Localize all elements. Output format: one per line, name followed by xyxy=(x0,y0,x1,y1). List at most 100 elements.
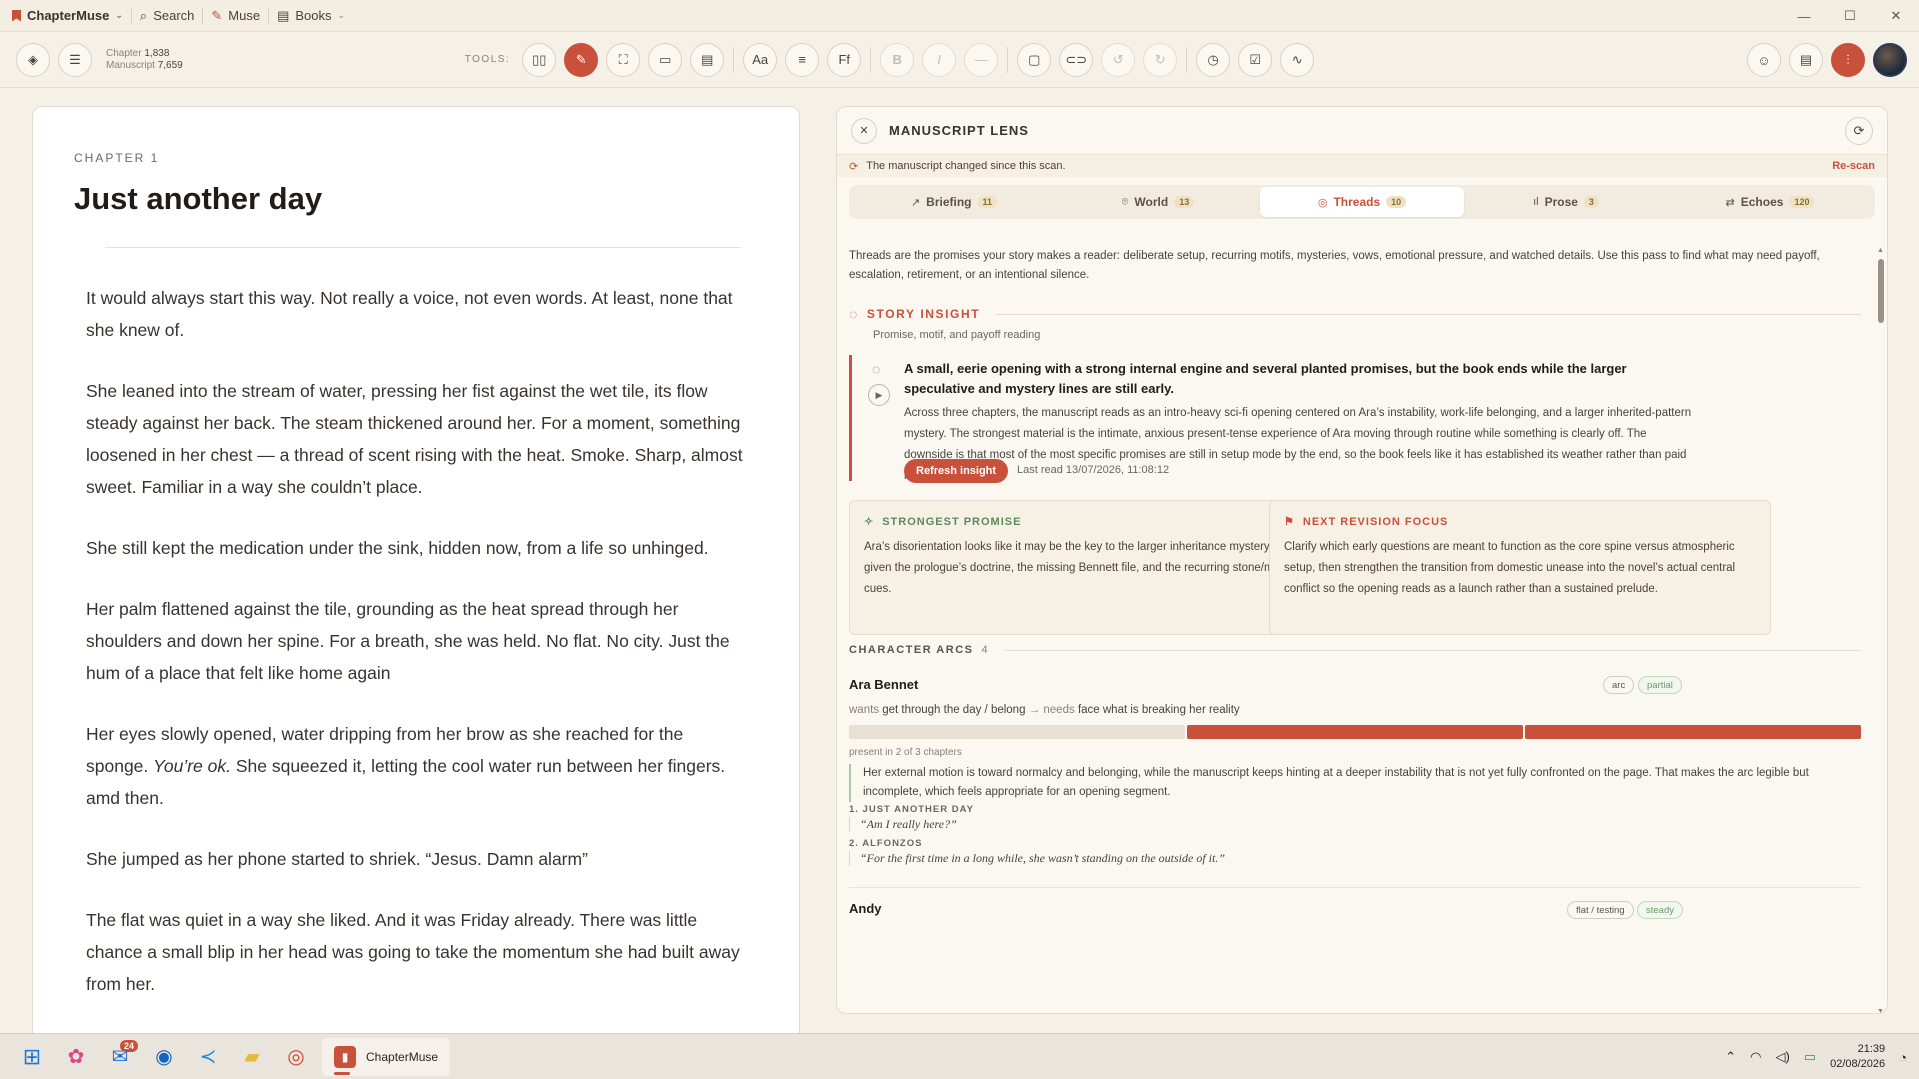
threads-intro: Threads are the promises your story make… xyxy=(849,250,1820,281)
paragraph[interactable]: The flat was quiet in a way she liked. A… xyxy=(86,904,750,1000)
folder-icon[interactable]: ▰ xyxy=(230,1034,274,1079)
scrollbar[interactable]: ▲ ▼ xyxy=(1877,247,1885,1013)
search-menu[interactable]: ⌕ Search xyxy=(132,0,202,32)
rescan-link[interactable]: Re-scan xyxy=(1832,160,1875,172)
flag-icon: ⚑ xyxy=(1284,516,1295,528)
chrome-icon[interactable]: ◎ xyxy=(274,1034,318,1079)
fullscreen-icon[interactable]: ⛶ xyxy=(606,42,641,77)
card-title: NEXT REVISION FOCUS xyxy=(1302,515,1449,528)
wifi-icon[interactable]: ◠ xyxy=(1750,1049,1761,1065)
battery-icon[interactable]: ▭ xyxy=(1804,1049,1816,1065)
paragraph[interactable]: Her palm flattened against the tile, gro… xyxy=(86,593,750,689)
activity-icon[interactable]: ∿ xyxy=(1280,42,1315,77)
arc-status-pill: partial xyxy=(1638,676,1682,694)
maximize-icon[interactable]: ☐ xyxy=(1827,0,1873,32)
paragraph[interactable]: She leaned into the stream of water, pre… xyxy=(86,375,750,503)
clock[interactable]: 21:39 02/08/2026 xyxy=(1830,1042,1885,1072)
scroll-up-icon[interactable]: ▲ xyxy=(1877,247,1884,254)
notes-icon[interactable]: ▤ xyxy=(1789,43,1823,77)
paragraph[interactable]: Her eyes slowly opened, water dripping f… xyxy=(86,718,750,814)
taskbar: ⊞ ✿ ✉ 24 ◉ ≺ ▰ ◎ ▮ ChapterMuse ⌃ ◠ ◁) ▭ 2… xyxy=(0,1033,1919,1079)
arc-type-pill: flat / testing xyxy=(1567,901,1634,919)
tab-threads[interactable]: ◎ Threads 10 xyxy=(1260,187,1464,217)
refresh-icon[interactable]: ⟳ xyxy=(1845,116,1873,145)
checklist-icon[interactable]: ☑ xyxy=(1238,42,1273,77)
tab-label: World xyxy=(1134,195,1169,209)
app-menu[interactable]: ChapterMuse ⌄ xyxy=(0,0,131,32)
link-icon[interactable]: ⊂⊃ xyxy=(1059,42,1094,77)
needs-value: face what is breaking her reality xyxy=(1077,704,1240,716)
write-mode-icon[interactable]: ✎ xyxy=(564,42,599,77)
sliders-icon[interactable]: ⫶ xyxy=(1831,43,1865,77)
threads-content[interactable]: Threads are the promises your story make… xyxy=(837,247,1877,1013)
bold-button[interactable]: B xyxy=(880,42,915,77)
search-icon: ⌕ xyxy=(139,7,148,23)
tab-echoes[interactable]: ⇄ Echoes 120 xyxy=(1668,187,1872,217)
notification-icon[interactable]: ◔ xyxy=(1899,1050,1907,1065)
chapter-count-label: Chapter xyxy=(106,47,142,59)
manuscript-lens-panel: ✕ MANUSCRIPT LENS ⟳ ⟳ The manuscript cha… xyxy=(836,106,1888,1014)
vscode-icon[interactable]: ≺ xyxy=(186,1034,230,1079)
tab-count: 3 xyxy=(1583,196,1599,208)
chaptermuse-icon: ▮ xyxy=(334,1045,356,1068)
chapter-title[interactable]: Just another day xyxy=(74,181,322,217)
document-icon[interactable]: ▤ xyxy=(690,42,725,77)
arc-type-pill: arc xyxy=(1603,676,1635,694)
align-icon[interactable]: ≡ xyxy=(785,42,820,77)
character-name[interactable]: Andy xyxy=(849,901,882,916)
tab-label: Echoes xyxy=(1740,195,1784,209)
speech-bubble-icon: ◌ xyxy=(872,361,881,377)
undo-icon[interactable]: ↺ xyxy=(1101,42,1136,77)
clock-time: 21:39 xyxy=(1857,1043,1886,1055)
close-panel-icon[interactable]: ✕ xyxy=(851,117,877,144)
tab-world[interactable]: ⌾ World 13 xyxy=(1056,187,1260,217)
tab-prose[interactable]: ıl Prose 3 xyxy=(1464,187,1668,217)
windows-start-icon[interactable]: ⊞ xyxy=(10,1034,54,1079)
layers-icon[interactable]: ◈ xyxy=(16,42,50,77)
chevron-up-icon[interactable]: ⌃ xyxy=(1725,1049,1736,1065)
italic-button[interactable]: I xyxy=(922,42,957,77)
avatar[interactable] xyxy=(1873,43,1907,77)
book-view-icon[interactable]: ▯▯ xyxy=(522,42,557,77)
play-icon[interactable]: ▶ xyxy=(868,384,890,406)
sync-icon: ⟳ xyxy=(849,160,859,173)
history-icon[interactable]: ◷ xyxy=(1196,42,1231,77)
font-size-button[interactable]: Aa xyxy=(743,42,778,77)
taskbar-app-chaptermuse[interactable]: ▮ ChapterMuse xyxy=(322,1037,451,1076)
copilot-icon[interactable]: ✿ xyxy=(54,1034,98,1079)
paragraph[interactable]: It would always start this way. Not real… xyxy=(86,282,750,346)
people-icon[interactable]: ☺ xyxy=(1747,43,1781,77)
paragraph[interactable]: She still kept the medication under the … xyxy=(86,532,750,564)
redo-icon[interactable]: ↻ xyxy=(1143,42,1178,77)
outlook-icon[interactable]: ◉ xyxy=(142,1034,186,1079)
repeat-icon: ⇄ xyxy=(1725,196,1735,209)
list-icon[interactable]: ☰ xyxy=(58,42,92,77)
tab-count: 11 xyxy=(977,196,998,208)
clipboard-icon[interactable]: ▢ xyxy=(1017,42,1052,77)
bookmark-logo-icon xyxy=(12,9,21,22)
refresh-insight-button[interactable]: Refresh insight xyxy=(904,459,1009,483)
paragraph[interactable]: She jumped as her phone started to shrie… xyxy=(86,843,750,875)
scroll-down-icon[interactable]: ▼ xyxy=(1877,1008,1884,1013)
mail-icon[interactable]: ✉ 24 xyxy=(98,1034,142,1079)
minimize-icon[interactable]: — xyxy=(1781,0,1827,32)
manuscript-count: 7,659 xyxy=(157,59,183,71)
speech-bubble-icon: ◌ xyxy=(849,306,859,322)
chapter-text[interactable]: It would always start this way. Not real… xyxy=(86,282,750,1029)
volume-icon[interactable]: ◁) xyxy=(1775,1049,1789,1065)
tab-briefing[interactable]: ↗ Briefing 11 xyxy=(852,187,1056,217)
panel-header: ✕ MANUSCRIPT LENS ⟳ xyxy=(837,107,1887,155)
muse-menu[interactable]: ✎ Muse xyxy=(203,0,268,32)
story-insight-heading: ◌ STORY INSIGHT xyxy=(849,306,1861,322)
close-icon[interactable]: ✕ xyxy=(1873,0,1919,32)
font-family-button[interactable]: Ff xyxy=(827,42,862,77)
comment-icon[interactable]: ▭ xyxy=(648,42,683,77)
muse-label: Muse xyxy=(228,8,261,23)
tools-label: TOOLS: xyxy=(464,54,511,65)
scroll-thumb[interactable] xyxy=(1878,259,1884,323)
books-menu[interactable]: ▤ Books ⌄ xyxy=(269,0,353,32)
character-name[interactable]: Ara Bennet xyxy=(849,677,918,692)
wants-needs: wants get through the day / belong → nee… xyxy=(849,704,1240,716)
dash-icon[interactable]: — xyxy=(964,42,999,77)
trend-icon: ↗ xyxy=(910,196,921,209)
